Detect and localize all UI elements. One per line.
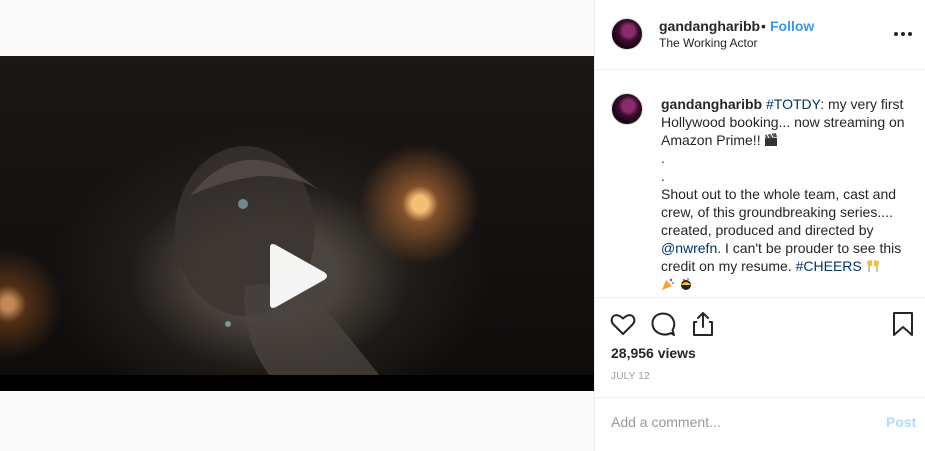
- comment-bubble-icon[interactable]: [649, 310, 677, 338]
- more-options-icon[interactable]: [893, 24, 913, 44]
- clinking-glasses-icon: [866, 260, 879, 272]
- post-actions: [595, 298, 925, 348]
- share-upload-icon[interactable]: [689, 310, 717, 338]
- follow-button[interactable]: Follow: [770, 18, 814, 34]
- post-caption: gandangharibb #TOTDY: my very first Holl…: [595, 70, 925, 298]
- comment-bar: Post: [595, 397, 925, 451]
- hashtag-totdy[interactable]: #TOTDY: [766, 96, 820, 112]
- caption-dot-2: .: [661, 168, 665, 184]
- video-letterbox: [0, 375, 594, 391]
- post-date: JULY 12: [611, 371, 650, 382]
- author-username[interactable]: gandangharibb: [659, 18, 760, 34]
- caption-username[interactable]: gandangharibb: [661, 96, 762, 112]
- location-link[interactable]: The Working Actor: [659, 36, 757, 50]
- media-panel: [0, 0, 594, 451]
- post-details-panel: gandangharibb • Follow The Working Actor…: [594, 0, 925, 451]
- add-comment-input[interactable]: [611, 412, 871, 432]
- view-count[interactable]: 28,956 views: [611, 345, 696, 361]
- like-heart-icon[interactable]: [609, 310, 637, 338]
- caption-text: gandangharibb #TOTDY: my very first Holl…: [661, 95, 909, 293]
- play-icon[interactable]: [264, 242, 330, 310]
- post-comment-button[interactable]: Post: [886, 414, 916, 430]
- mention-nwrefn[interactable]: @nwrefn: [661, 240, 717, 256]
- separator-dot: •: [761, 18, 766, 34]
- caption-part-2: Shout out to the whole team, cast and cr…: [661, 186, 897, 238]
- confetti-ball-icon: [680, 278, 691, 290]
- party-popper-icon: [662, 278, 674, 290]
- clapperboard-icon: [765, 133, 778, 146]
- hashtag-cheers[interactable]: #CHEERS: [796, 258, 862, 274]
- video-player[interactable]: [0, 56, 594, 391]
- caption-author-avatar[interactable]: [611, 93, 643, 125]
- caption-dot-1: .: [661, 150, 665, 166]
- bookmark-save-icon[interactable]: [889, 310, 917, 338]
- author-avatar[interactable]: [611, 18, 643, 50]
- post-header: gandangharibb • Follow The Working Actor: [595, 0, 925, 70]
